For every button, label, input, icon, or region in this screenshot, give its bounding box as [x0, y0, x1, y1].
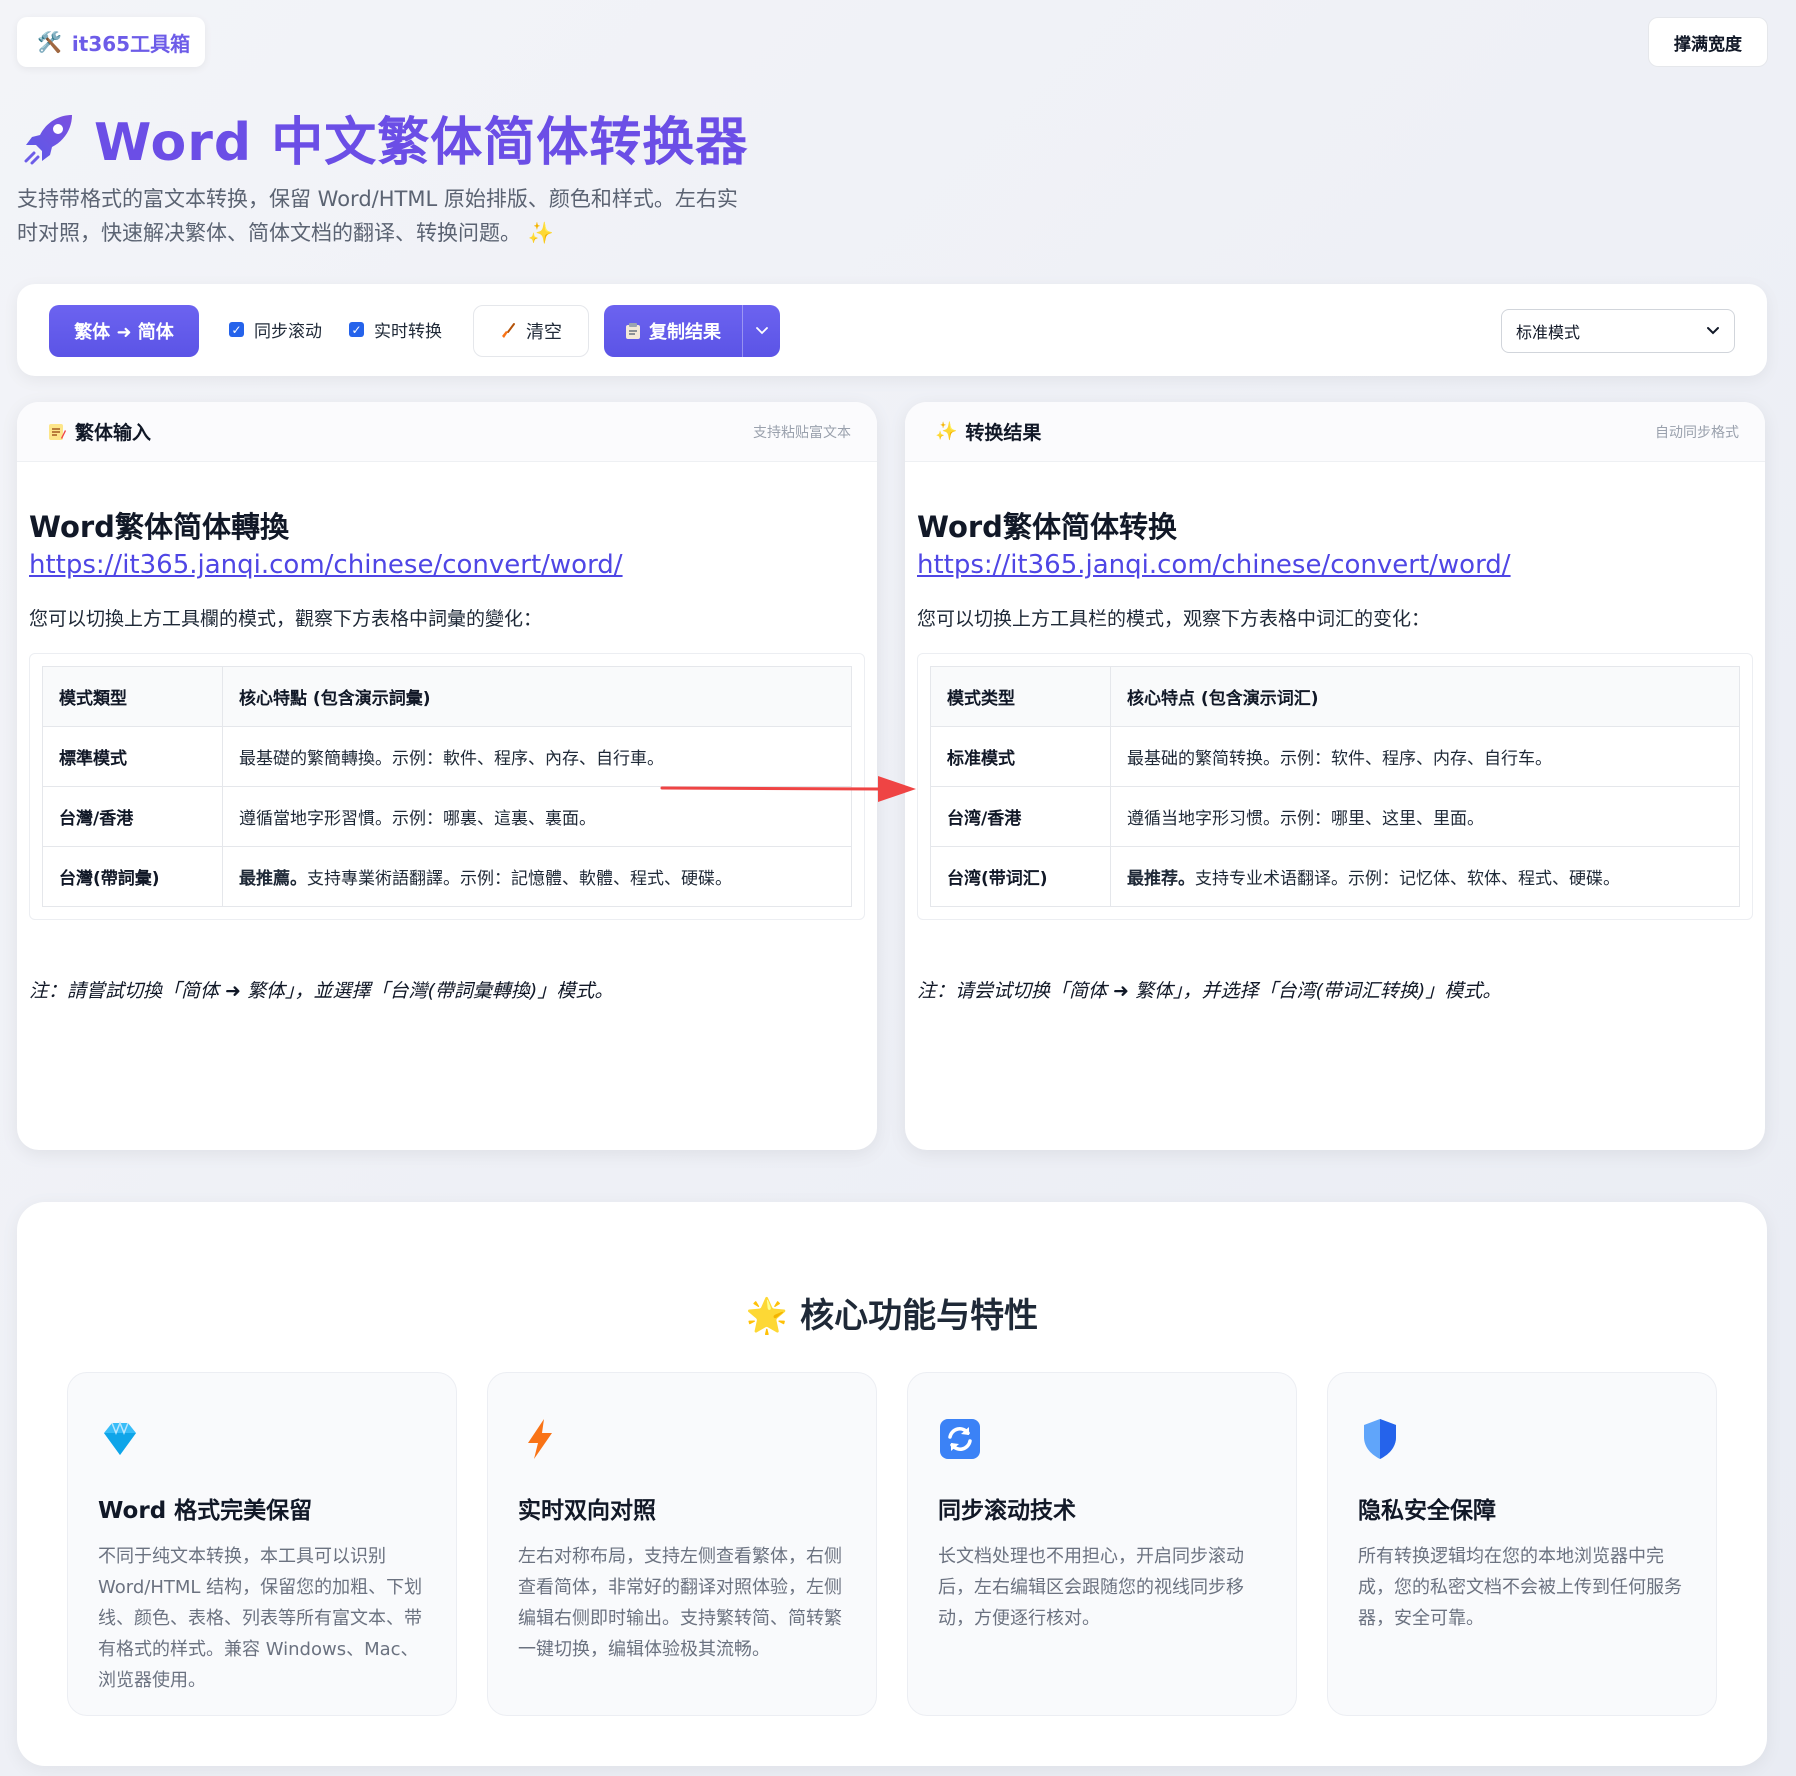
mode-table-wrap: 模式类型 核心特点 (包含演示词汇) 标准模式 最基础的繁简转换。示例：软件、程… — [917, 653, 1753, 920]
features-title: 🌟 核心功能与特性 — [745, 1296, 1039, 1336]
diamond-icon — [104, 1420, 136, 1455]
output-panel: ✨ 转换结果 自动同步格式 Word繁体简体转换 https://it365.j… — [905, 402, 1765, 1150]
chevron-down-icon — [1707, 327, 1719, 335]
input-editor[interactable]: Word繁体简体轉換 https://it365.janqi.com/chine… — [17, 462, 877, 1003]
toolbar: 繁体 ➜ 简体 ✓ 同步滚动 ✓ 实时转换 清空 复制结果 标准模式 — [17, 284, 1767, 376]
tools-icon: 🛠️ — [37, 30, 62, 54]
table-row: 台湾/香港 遵循当地字形习惯。示例：哪里、这里、里面。 — [930, 786, 1740, 847]
mode-select[interactable]: 标准模式 — [1501, 309, 1735, 353]
broom-icon — [502, 323, 515, 338]
copy-result-group: 复制结果 — [604, 305, 780, 357]
doc-lead: 您可以切换上方工具栏的模式，观察下方表格中词汇的变化： — [917, 608, 1431, 630]
input-panel-hint: 支持粘贴富文本 — [753, 424, 851, 441]
copy-result-button[interactable]: 复制结果 — [604, 305, 742, 357]
mode-table: 模式类型 核心特点 (包含演示词汇) 标准模式 最基础的繁简转换。示例：软件、程… — [930, 666, 1740, 907]
sparkles-icon: ✨ — [935, 421, 958, 442]
doc-title: Word繁体简体转换 https://it365.janqi.com/chine… — [917, 510, 1511, 580]
fullwidth-button[interactable]: 撑满宽度 — [1648, 17, 1768, 67]
annotation-arrow — [660, 776, 916, 802]
feature-card: Word 格式完美保留 不同于纯文本转换，本工具可以识别 Word/HTML 结… — [67, 1372, 457, 1716]
lightning-icon — [528, 1419, 552, 1459]
output-panel-hint: 自动同步格式 — [1655, 424, 1739, 441]
direction-toggle-button[interactable]: 繁体 ➜ 简体 — [49, 305, 199, 357]
shield-icon — [1364, 1419, 1396, 1459]
table-row: 标准模式 最基础的繁简转换。示例：软件、程序、内存、自行车。 — [930, 726, 1740, 787]
brand-logo[interactable]: 🛠️ it365工具箱 — [17, 17, 205, 67]
page-title: Word 中文繁体简体转换器 — [94, 113, 749, 173]
table-row: 台灣(帶詞彙) 最推薦。支持專業術語翻譯。示例：記憶體、軟體、程式、硬碟。 — [42, 846, 852, 907]
output-editor[interactable]: Word繁体简体转换 https://it365.janqi.com/chine… — [905, 462, 1765, 1003]
doc-note: 注：请尝试切换「简体 ➜ 繁体」，并选择「台湾(带词汇转换)」模式。 — [917, 980, 1502, 1002]
clear-button[interactable]: 清空 — [473, 305, 589, 357]
realtime-convert-checkbox[interactable]: ✓ 实时转换 — [349, 317, 442, 342]
copy-options-dropdown[interactable] — [742, 305, 780, 357]
sync-icon — [940, 1419, 980, 1459]
feature-card: 同步滚动技术 长文档处理也不用担心，开启同步滚动后，左右编辑区会跟随您的视线同步… — [907, 1372, 1297, 1716]
table-header-row: 模式类型 核心特点 (包含演示词汇) — [930, 666, 1740, 727]
glowing-star-icon: 🌟 — [745, 1296, 789, 1336]
table-header-row: 模式類型 核心特點 (包含演示詞彙) — [42, 666, 852, 727]
doc-link[interactable]: https://it365.janqi.com/chinese/convert/… — [29, 550, 623, 580]
doc-title: Word繁体简体轉換 https://it365.janqi.com/chine… — [29, 510, 623, 580]
feature-card: 实时双向对照 左右对称布局，支持左侧查看繁体，右侧查看简体，非常好的翻译对照体验… — [487, 1372, 877, 1716]
doc-note: 注：請嘗試切換「简体 ➜ 繁体」，並選擇「台灣(帶詞彙轉換)」模式。 — [29, 980, 614, 1002]
sync-scroll-checkbox[interactable]: ✓ 同步滚动 — [229, 317, 322, 342]
clipboard-icon — [626, 323, 640, 339]
output-panel-header: ✨ 转换结果 自动同步格式 — [905, 402, 1765, 462]
doc-lead: 您可以切換上方工具欄的模式，觀察下方表格中詞彙的變化： — [29, 608, 543, 630]
brand-name: it365工具箱 — [71, 31, 191, 56]
hero: Word 中文繁体简体转换器 — [22, 100, 748, 175]
features-section: 🌟 核心功能与特性 Word 格式完美保留 不同于纯文本转换，本工具可以识别 W… — [17, 1202, 1767, 1766]
doc-link[interactable]: https://it365.janqi.com/chinese/convert/… — [917, 550, 1511, 580]
chevron-down-icon — [755, 327, 768, 335]
checkbox-checked-icon[interactable]: ✓ — [349, 322, 364, 337]
input-panel-header: 繁体输入 支持粘贴富文本 — [17, 402, 877, 462]
memo-icon — [49, 423, 66, 440]
page-description: 支持带格式的富文本转换，保留 Word/HTML 原始排版、颜色和样式。左右实 … — [17, 187, 738, 245]
rocket-icon — [24, 114, 72, 164]
checkbox-checked-icon[interactable]: ✓ — [229, 322, 244, 337]
table-row: 台湾(带词汇) 最推荐。支持专业术语翻译。示例：记忆体、软体、程式、硬碟。 — [930, 846, 1740, 907]
feature-card: 隐私安全保障 所有转换逻辑均在您的本地浏览器中完成，您的私密文档不会被上传到任何… — [1327, 1372, 1717, 1716]
